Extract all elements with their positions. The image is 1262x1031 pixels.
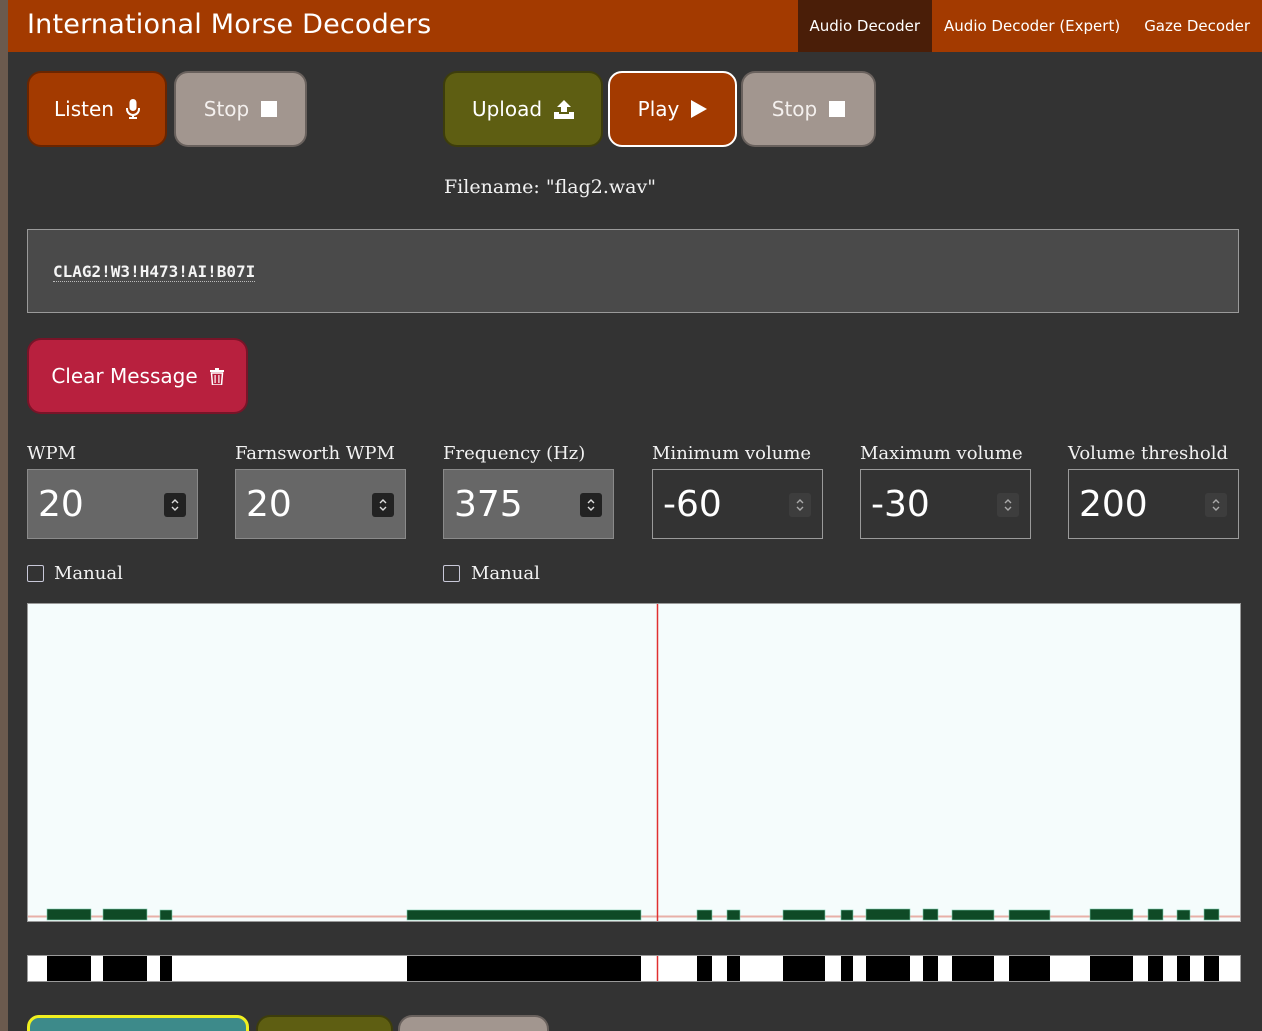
volume-bar [840, 909, 854, 921]
morse-mark [952, 956, 994, 981]
volume-bar [782, 909, 826, 921]
frequency-input[interactable]: 375 [443, 469, 614, 539]
volume-bar [1089, 908, 1134, 921]
manual-wpm-label: Manual [54, 563, 123, 584]
stop-square-icon [829, 101, 846, 117]
volume-bar [696, 909, 713, 921]
bottom-button-2[interactable] [256, 1015, 393, 1031]
morse-mark [841, 956, 853, 981]
morse-marks [47, 956, 1219, 981]
trash-icon [209, 367, 224, 385]
morse-mark [866, 956, 910, 981]
frequency-label: Frequency (Hz) [443, 443, 586, 464]
frequency-value: 375 [454, 484, 523, 525]
app-title[interactable]: International Morse Decoders [27, 9, 431, 40]
play-icon [691, 100, 708, 118]
morse-mark [47, 956, 91, 981]
manual-frequency-checkbox[interactable] [443, 565, 460, 582]
volume-bar [726, 909, 741, 921]
volume-plot-canvas [28, 604, 1240, 921]
max-volume-input[interactable]: -30 [860, 469, 1031, 539]
morse-mark [783, 956, 825, 981]
spinner-icon[interactable] [580, 493, 602, 517]
min-volume-label: Minimum volume [652, 443, 812, 464]
volume-bar [922, 908, 939, 921]
spinner-icon[interactable] [372, 493, 394, 517]
listen-button-label: Listen [54, 97, 114, 121]
morse-mark [1148, 956, 1163, 981]
wpm-value: 20 [38, 484, 84, 525]
volume-threshold-label: Volume threshold [1068, 443, 1229, 464]
morse-mark [1090, 956, 1133, 981]
min-volume-value: -60 [663, 484, 722, 525]
nav-audio-decoder[interactable]: Audio Decoder [797, 0, 933, 52]
volume-threshold-input[interactable]: 200 [1068, 469, 1239, 539]
morse-timeline-canvas [47, 956, 1219, 981]
morse-mark [1009, 956, 1050, 981]
farnsworth-wpm-value: 20 [246, 484, 292, 525]
volume-bar [865, 908, 911, 921]
morse-mark [160, 956, 172, 981]
manual-wpm-checkbox[interactable] [27, 565, 44, 582]
morse-mark [103, 956, 147, 981]
manual-frequency-label: Manual [471, 563, 540, 584]
max-volume-label: Maximum volume [860, 443, 1023, 464]
microphone-icon [125, 99, 140, 119]
stop-square-icon [261, 101, 278, 117]
decoded-message-text: CLAG2!W3!H473!AI!B07I [53, 262, 256, 282]
upload-button-label: Upload [471, 97, 543, 121]
listen-stop-button[interactable]: Stop [174, 71, 307, 147]
morse-mark [727, 956, 740, 981]
morse-mark [1204, 956, 1219, 981]
listen-stop-button-label: Stop [203, 97, 250, 121]
morse-timeline[interactable] [27, 955, 1241, 982]
clear-message-button[interactable]: Clear Message [27, 338, 248, 414]
volume-bar [46, 908, 92, 921]
volume-threshold-value: 200 [1079, 484, 1148, 525]
app-frame: International Morse Decoders Audio Decod… [8, 0, 1262, 1031]
spinner-icon[interactable] [164, 493, 186, 517]
volume-bar [1008, 909, 1051, 921]
nav-gaze-decoder[interactable]: Gaze Decoder [1132, 0, 1262, 52]
spinner-icon[interactable] [1205, 493, 1227, 517]
file-stop-button[interactable]: Stop [741, 71, 876, 147]
farnsworth-wpm-input[interactable]: 20 [235, 469, 406, 539]
upload-icon [554, 99, 575, 119]
bottom-button-1[interactable] [27, 1015, 249, 1031]
volume-bar [1176, 909, 1191, 921]
listen-button[interactable]: Listen [27, 71, 167, 147]
nav-links: Audio Decoder Audio Decoder (Expert) Gaz… [797, 0, 1262, 52]
nav-audio-decoder-expert[interactable]: Audio Decoder (Expert) [932, 0, 1132, 52]
morse-mark [697, 956, 712, 981]
volume-plot[interactable] [27, 603, 1241, 922]
min-volume-input[interactable]: -60 [652, 469, 823, 539]
volume-bars [46, 908, 1220, 921]
wpm-label: WPM [27, 443, 77, 464]
morse-mark [407, 956, 641, 981]
play-button[interactable]: Play [608, 71, 737, 147]
volume-bar [406, 909, 642, 921]
clear-message-button-label: Clear Message [51, 364, 198, 388]
max-volume-value: -30 [871, 484, 930, 525]
volume-bar [951, 909, 995, 921]
navbar: International Morse Decoders Audio Decod… [8, 0, 1262, 52]
upload-button[interactable]: Upload [443, 71, 603, 147]
volume-bar [102, 908, 148, 921]
spinner-icon[interactable] [789, 493, 811, 517]
file-stop-button-label: Stop [771, 97, 818, 121]
spinner-icon[interactable] [997, 493, 1019, 517]
volume-bar [1147, 908, 1164, 921]
play-button-label: Play [637, 97, 680, 121]
volume-bar [159, 909, 173, 921]
bottom-button-3[interactable] [398, 1015, 549, 1031]
wpm-input[interactable]: 20 [27, 469, 198, 539]
volume-bar [1203, 908, 1220, 921]
morse-mark [923, 956, 938, 981]
farnsworth-wpm-label: Farnsworth WPM [235, 443, 395, 464]
morse-mark [1177, 956, 1190, 981]
decoded-message-box[interactable]: CLAG2!W3!H473!AI!B07I [27, 229, 1239, 313]
filename-label: Filename: "flag2.wav" [444, 176, 656, 198]
